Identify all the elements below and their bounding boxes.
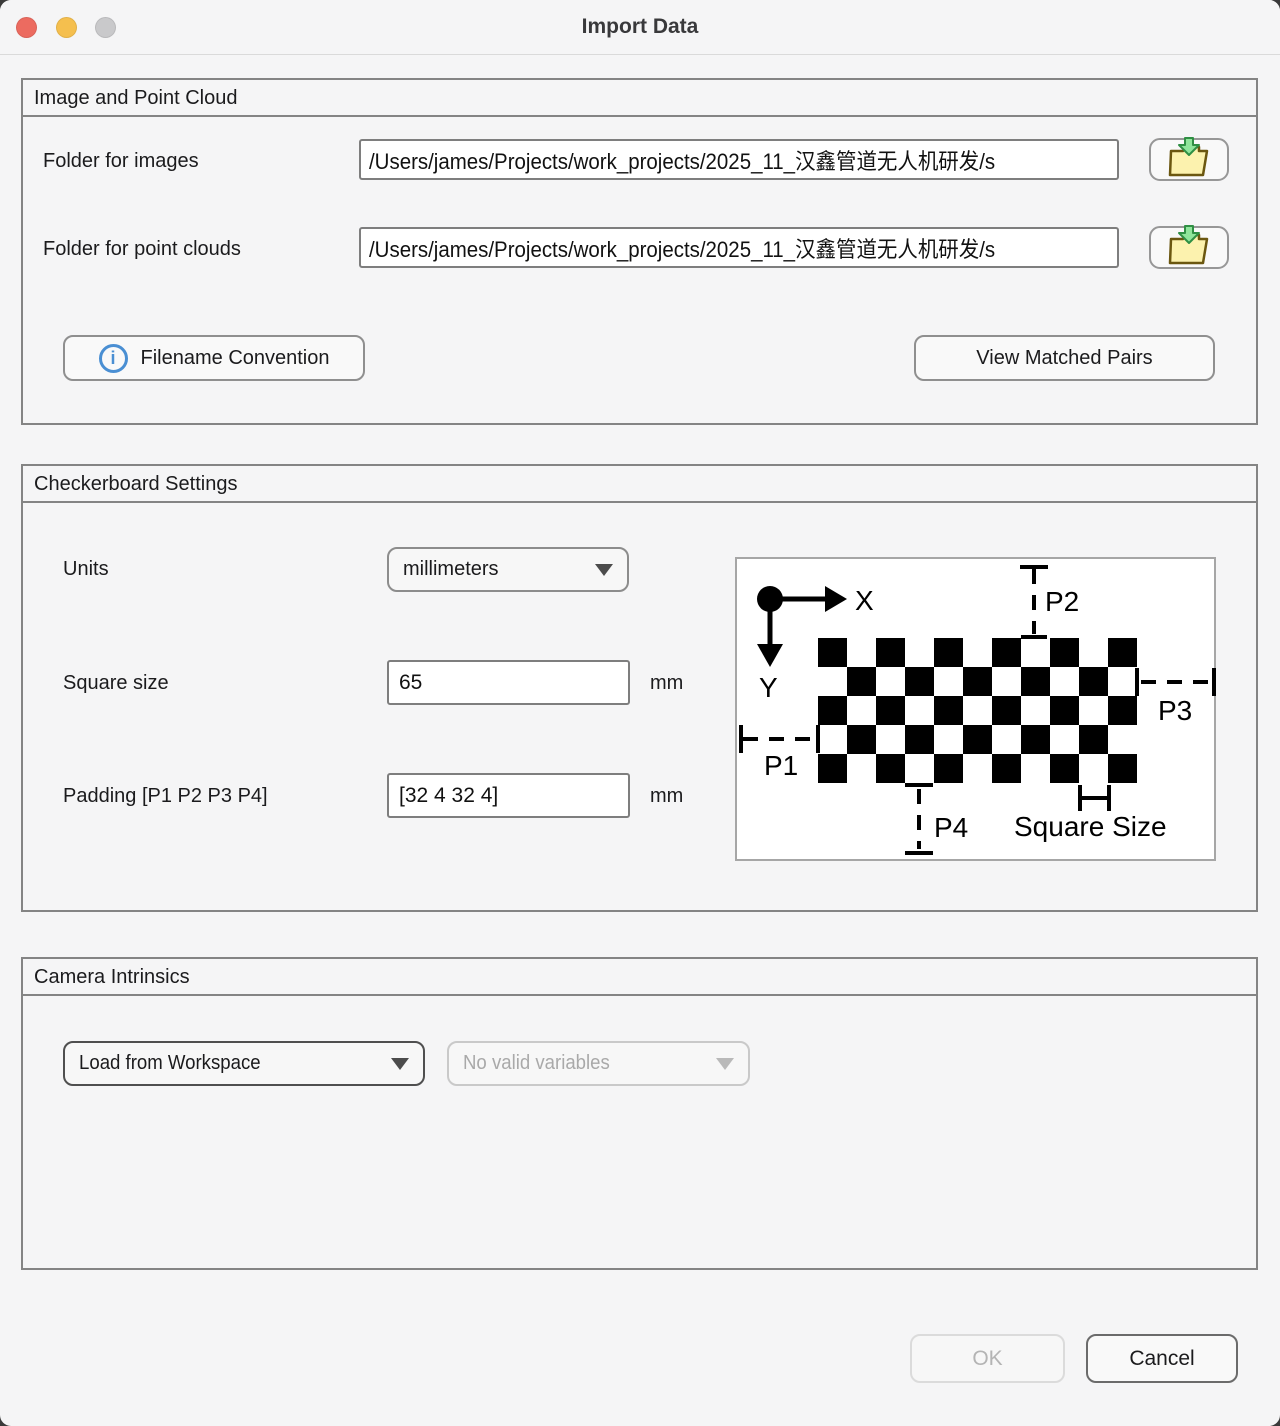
view-matched-pairs-label: View Matched Pairs [976, 347, 1152, 370]
browse-pointclouds-folder-button[interactable] [1149, 226, 1229, 269]
folder-images-input[interactable]: /Users/james/Projects/work_projects/2025… [359, 139, 1119, 180]
folder-pointclouds-path: /Users/james/Projects/work_projects/2025… [369, 232, 995, 264]
units-label: Units [63, 558, 109, 581]
chevron-down-icon [595, 564, 613, 576]
workspace-variables-value: No valid variables [463, 1052, 610, 1075]
section-title-image-point-cloud: Image and Point Cloud [23, 80, 1256, 117]
padding-unit: mm [650, 785, 683, 808]
browse-images-folder-button[interactable] [1149, 138, 1229, 181]
section-title-checkerboard: Checkerboard Settings [23, 466, 1256, 503]
chevron-down-icon [716, 1058, 734, 1070]
cancel-button-label: Cancel [1129, 1347, 1194, 1371]
p4-label: P4 [934, 812, 968, 843]
square-size-input[interactable] [387, 660, 630, 705]
ok-button: OK [910, 1334, 1065, 1383]
folder-import-icon [1166, 136, 1212, 183]
folder-images-label: Folder for images [43, 150, 199, 173]
section-title-camera-intrinsics: Camera Intrinsics [23, 959, 1256, 996]
folder-pointclouds-label: Folder for point clouds [43, 238, 241, 261]
image-point-cloud-section: Image and Point Cloud Folder for images … [21, 78, 1258, 425]
titlebar: Import Data [0, 0, 1280, 55]
intrinsics-source-value: Load from Workspace [79, 1052, 261, 1075]
folder-pointclouds-input[interactable]: /Users/james/Projects/work_projects/2025… [359, 227, 1119, 268]
filename-convention-button[interactable]: i Filename Convention [63, 335, 365, 381]
window-title: Import Data [0, 0, 1280, 54]
square-size-annotation: Square Size [1014, 811, 1167, 842]
y-axis-label: Y [759, 672, 778, 703]
workspace-variables-dropdown: No valid variables [447, 1041, 750, 1086]
camera-intrinsics-section: Camera Intrinsics Load from Workspace No… [21, 957, 1258, 1270]
info-icon: i [99, 344, 128, 373]
p3-label: P3 [1158, 695, 1192, 726]
intrinsics-source-dropdown[interactable]: Load from Workspace [63, 1041, 425, 1086]
folder-images-path: /Users/james/Projects/work_projects/2025… [369, 144, 995, 176]
x-axis-label: X [855, 585, 874, 616]
units-dropdown[interactable]: millimeters [387, 547, 629, 592]
p2-label: P2 [1045, 586, 1079, 617]
diagram-annotations: X Y P2 P3 P1 [737, 559, 1218, 863]
square-size-label: Square size [63, 672, 169, 695]
folder-import-icon [1166, 224, 1212, 271]
checkerboard-diagram: X Y P2 P3 P1 [735, 557, 1216, 861]
cancel-button[interactable]: Cancel [1086, 1334, 1238, 1383]
ok-button-label: OK [972, 1347, 1002, 1371]
checkerboard-settings-section: Checkerboard Settings Units millimeters … [21, 464, 1258, 912]
filename-convention-label: Filename Convention [141, 347, 330, 370]
padding-label: Padding [P1 P2 P3 P4] [63, 785, 268, 808]
chevron-down-icon [391, 1058, 409, 1070]
padding-input[interactable] [387, 773, 630, 818]
import-data-dialog: Import Data Image and Point Cloud Folder… [0, 0, 1280, 1426]
p1-label: P1 [764, 750, 798, 781]
square-size-unit: mm [650, 672, 683, 695]
view-matched-pairs-button[interactable]: View Matched Pairs [914, 335, 1215, 381]
units-dropdown-value: millimeters [403, 558, 499, 581]
